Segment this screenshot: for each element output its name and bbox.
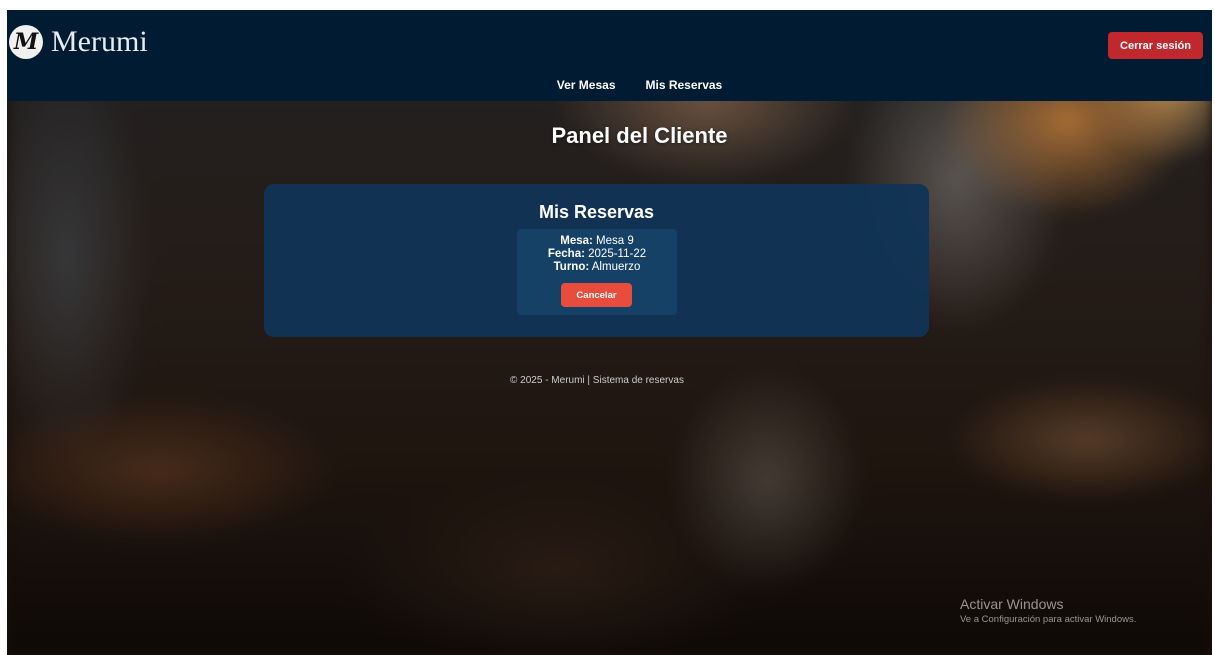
- logout-button[interactable]: Cerrar sesión: [1108, 32, 1203, 59]
- brand-name: Merumi: [51, 25, 148, 58]
- nav-ver-mesas[interactable]: Ver Mesas: [557, 78, 616, 92]
- windows-activation-watermark: Activar Windows Ve a Configuración para …: [960, 596, 1136, 627]
- app-window: M Merumi Cerrar sesión Ver Mesas Mis Res…: [7, 10, 1212, 655]
- mesa-value: Mesa 9: [596, 235, 634, 247]
- page-title: Panel del Cliente: [551, 123, 728, 148]
- cancel-reservation-button[interactable]: Cancelar: [561, 283, 632, 307]
- reservation-turno: Turno: Almuerzo: [517, 261, 677, 274]
- reservations-panel: Mis Reservas Mesa: Mesa 9 Fecha: 2025-11…: [264, 184, 929, 337]
- turno-label: Turno:: [553, 261, 590, 273]
- fecha-label: Fecha:: [547, 248, 585, 260]
- turno-value: Almuerzo: [591, 261, 641, 273]
- reservation-card: Mesa: Mesa 9 Fecha: 2025-11-22 Turno: Al…: [517, 229, 677, 315]
- reservation-fecha: Fecha: 2025-11-22: [517, 248, 677, 261]
- top-header: M Merumi Cerrar sesión Ver Mesas Mis Res…: [7, 10, 1212, 101]
- watermark-title: Activar Windows: [960, 596, 1064, 612]
- watermark-subtitle: Ve a Configuración para activar Windows.: [960, 614, 1137, 625]
- reservations-title: Mis Reservas: [538, 202, 655, 222]
- brand[interactable]: M Merumi: [9, 25, 148, 59]
- mesa-label: Mesa:: [560, 235, 593, 247]
- reservation-mesa: Mesa: Mesa 9: [517, 235, 677, 248]
- fecha-value: 2025-11-22: [588, 248, 647, 260]
- nav-mis-reservas[interactable]: Mis Reservas: [646, 78, 723, 92]
- main-nav: Ver Mesas Mis Reservas: [7, 78, 1212, 92]
- logo-icon: M: [9, 25, 43, 59]
- footer-text: © 2025 - Merumi | Sistema de reservas: [510, 375, 684, 386]
